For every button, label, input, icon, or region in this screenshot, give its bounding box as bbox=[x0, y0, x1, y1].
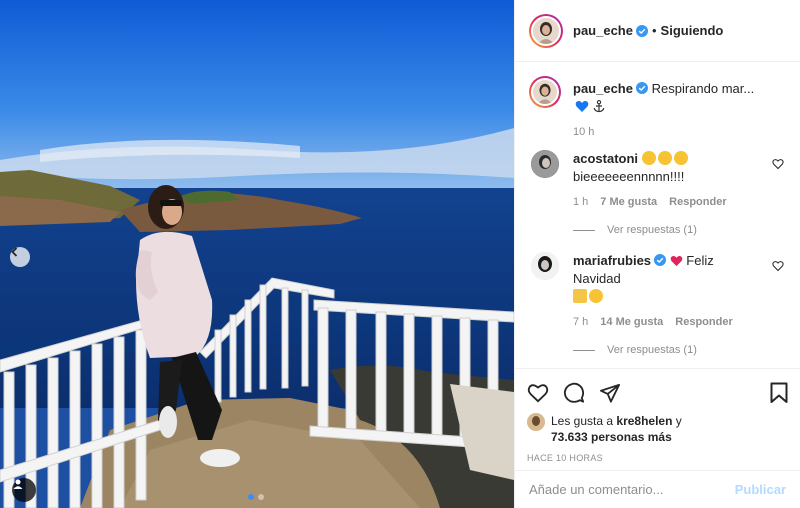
publish-button[interactable]: Publicar bbox=[735, 482, 786, 497]
caption-time: 10 h bbox=[573, 126, 595, 138]
commenter-username[interactable]: acostatoni bbox=[573, 151, 638, 166]
user-icon bbox=[13, 479, 23, 489]
replies-divider bbox=[573, 229, 595, 231]
commenter-avatar-image bbox=[531, 252, 559, 280]
reply-button[interactable]: Responder bbox=[669, 196, 726, 208]
heart-eyes-emoji-icon bbox=[673, 151, 688, 165]
like-comment-heart-icon[interactable] bbox=[772, 158, 784, 170]
commenter-avatar[interactable] bbox=[531, 252, 559, 280]
likes-summary[interactable]: Les gusta a kre8helen y 73.633 personas … bbox=[527, 413, 788, 445]
instagram-post: pau_eche • Siguiendo pau_eche Respirando… bbox=[0, 0, 800, 508]
comment-likes[interactable]: 7 Me gusta bbox=[600, 196, 657, 208]
comment-time: 7 h bbox=[573, 316, 589, 328]
replies-divider bbox=[573, 349, 595, 351]
comment-item: mariafrubies Feliz Navidad 7 h 14 Me gus… bbox=[529, 252, 786, 328]
comment-time: 1 h bbox=[573, 196, 589, 208]
following-button[interactable]: Siguiendo bbox=[661, 23, 724, 38]
comment-input[interactable] bbox=[529, 482, 735, 497]
comment-text: bieeeeeeennnnn!!!! bbox=[573, 169, 685, 184]
caption-avatar-image bbox=[537, 83, 553, 104]
verified-badge-icon bbox=[654, 254, 667, 266]
heart-eyes-emoji-icon bbox=[641, 151, 656, 165]
comment-icon[interactable] bbox=[563, 382, 585, 404]
heart-eyes-emoji-icon bbox=[657, 151, 672, 165]
comments-list[interactable]: pau_eche Respirando mar... 10 h acostato… bbox=[515, 62, 800, 368]
post-details-panel: pau_eche • Siguiendo pau_eche Respirando… bbox=[514, 0, 800, 508]
caption-username[interactable]: pau_eche bbox=[573, 81, 633, 96]
post-photo[interactable] bbox=[0, 0, 514, 508]
post-header: pau_eche • Siguiendo bbox=[515, 0, 800, 62]
previous-photo-button[interactable] bbox=[10, 247, 30, 267]
likes-user[interactable]: kre8helen bbox=[616, 414, 672, 428]
chevron-left-icon bbox=[11, 247, 18, 257]
red-heart-emoji-icon bbox=[670, 255, 682, 267]
post-time-ago[interactable]: HACE 10 HORAS bbox=[527, 453, 788, 463]
verified-badge-icon bbox=[635, 82, 648, 94]
post-actions: Les gusta a kre8helen y 73.633 personas … bbox=[515, 368, 800, 470]
view-replies-label: Ver respuestas (1) bbox=[607, 344, 697, 356]
commenter-username[interactable]: mariafrubies bbox=[573, 253, 651, 268]
share-icon[interactable] bbox=[599, 383, 621, 403]
carousel-indicator bbox=[248, 494, 264, 500]
liker-avatar bbox=[527, 413, 545, 431]
view-replies-button[interactable]: Ver respuestas (1) bbox=[573, 224, 786, 236]
view-replies-button[interactable]: Ver respuestas (1) bbox=[573, 344, 786, 356]
author-avatar[interactable] bbox=[529, 13, 563, 48]
smiling-face-emoji-icon bbox=[589, 289, 603, 303]
caption-avatar[interactable] bbox=[529, 76, 561, 108]
follow-separator: • bbox=[651, 23, 657, 38]
likes-count[interactable]: 73.633 personas más bbox=[551, 430, 672, 444]
author-username[interactable]: pau_eche bbox=[573, 23, 633, 38]
caption: pau_eche Respirando mar... 10 h bbox=[529, 76, 786, 138]
heart-icon[interactable] bbox=[527, 383, 549, 403]
blue-heart-emoji-icon bbox=[575, 101, 589, 112]
likes-prefix: Les gusta a bbox=[551, 414, 614, 428]
carousel-dot bbox=[258, 494, 264, 500]
comment-likes[interactable]: 14 Me gusta bbox=[600, 316, 663, 328]
bookmark-icon[interactable] bbox=[770, 382, 788, 404]
comment-item: acostatoni bieeeeeeennnnn!!!! 1 h 7 Me g… bbox=[529, 150, 786, 208]
carousel-dot-active bbox=[248, 494, 254, 500]
commenter-avatar-image bbox=[531, 150, 559, 178]
tagged-users-button[interactable] bbox=[12, 478, 36, 502]
commenter-avatar[interactable] bbox=[531, 150, 559, 178]
reply-button[interactable]: Responder bbox=[675, 316, 732, 328]
caption-text: Respirando mar... bbox=[651, 81, 755, 96]
action-bar bbox=[527, 377, 788, 409]
sparkles-emoji-icon bbox=[573, 289, 587, 303]
add-comment-bar: Publicar bbox=[515, 470, 800, 508]
like-comment-heart-icon[interactable] bbox=[772, 260, 784, 272]
author-avatar-image bbox=[538, 21, 554, 44]
likes-connector: y bbox=[675, 414, 682, 428]
verified-badge-icon bbox=[635, 24, 648, 37]
view-replies-label: Ver respuestas (1) bbox=[607, 224, 697, 236]
anchor-emoji-icon bbox=[593, 100, 605, 113]
liker-avatar-image bbox=[527, 413, 545, 431]
photo-scene bbox=[0, 0, 514, 508]
